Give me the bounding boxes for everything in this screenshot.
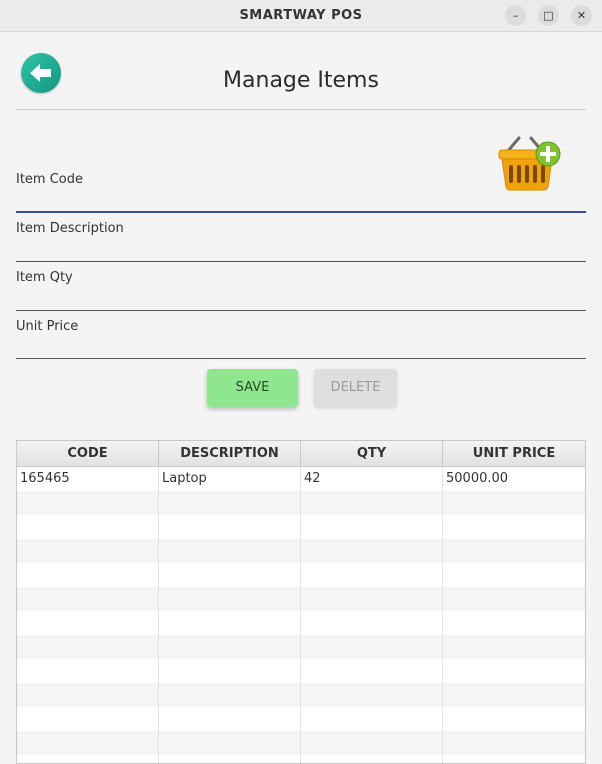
- table-cell: [159, 587, 301, 611]
- table-cell: [17, 659, 159, 683]
- table-cell: [443, 491, 585, 515]
- table-cell: [301, 587, 443, 611]
- header-divider: [16, 109, 586, 110]
- table-cell: [301, 539, 443, 563]
- table-cell: [159, 731, 301, 755]
- table-cell: [443, 515, 585, 539]
- table-cell: [17, 611, 159, 635]
- table-cell: [159, 755, 301, 763]
- table-cell: [443, 635, 585, 659]
- table-cell: 50000.00: [446, 471, 509, 486]
- table-row[interactable]: [17, 611, 585, 635]
- table-row[interactable]: [17, 683, 585, 707]
- table-cell: [17, 707, 159, 731]
- table-cell: [159, 491, 301, 515]
- table-cell: [443, 539, 585, 563]
- table-row[interactable]: [17, 731, 585, 755]
- maximize-button[interactable]: □: [538, 5, 559, 26]
- table-cell: [301, 731, 443, 755]
- table-cell: [17, 755, 159, 763]
- items-table[interactable]: CODE DESCRIPTION QTY UNIT PRICE 165465 La…: [16, 440, 586, 764]
- table-row[interactable]: [17, 635, 585, 659]
- table-cell: [443, 611, 585, 635]
- table-row[interactable]: [17, 515, 585, 539]
- item-code-field[interactable]: Item Code: [16, 172, 586, 214]
- item-description-label: Item Description: [16, 221, 124, 236]
- table-cell: [17, 539, 159, 563]
- table-cell: 42: [301, 467, 443, 491]
- item-description-field[interactable]: Item Description: [16, 221, 586, 263]
- table-row[interactable]: [17, 563, 585, 587]
- table-cell: [159, 683, 301, 707]
- table-cell: [159, 563, 301, 587]
- table-cell: [301, 683, 443, 707]
- table-cell: [443, 587, 585, 611]
- table-cell: [159, 515, 301, 539]
- table-cell: [301, 611, 443, 635]
- item-description-input[interactable]: [16, 236, 586, 254]
- table-cell: [17, 731, 159, 755]
- table-cell: [301, 635, 443, 659]
- table-cell: [17, 491, 159, 515]
- column-header-description[interactable]: DESCRIPTION: [159, 441, 301, 466]
- item-qty-input[interactable]: [16, 285, 586, 303]
- item-qty-label: Item Qty: [16, 270, 73, 285]
- table-cell: 165465: [17, 467, 159, 491]
- table-cell: [443, 755, 585, 763]
- column-header-unit-price[interactable]: UNIT PRICE: [443, 441, 585, 466]
- table-cell: Laptop: [159, 467, 301, 491]
- table-cell: [301, 755, 443, 763]
- title-bar: SMARTWAY POS – □ ✕: [0, 0, 602, 32]
- table-cell: [159, 707, 301, 731]
- table-cell: [159, 635, 301, 659]
- table-cell: [443, 707, 585, 731]
- table-cell: [17, 635, 159, 659]
- table-cell: [301, 491, 443, 515]
- unit-price-underline: [16, 358, 586, 359]
- item-description-underline: [16, 261, 586, 262]
- table-row[interactable]: [17, 491, 585, 515]
- table-row[interactable]: [17, 539, 585, 563]
- table-row[interactable]: [17, 755, 585, 763]
- table-cell: [443, 659, 585, 683]
- table-cell: [443, 683, 585, 707]
- delete-button[interactable]: DELETE: [314, 369, 397, 407]
- table-header: CODE DESCRIPTION QTY UNIT PRICE: [17, 441, 585, 467]
- minimize-button[interactable]: –: [505, 5, 526, 26]
- table-cell: [443, 563, 585, 587]
- table-cell: [17, 515, 159, 539]
- close-button[interactable]: ✕: [571, 5, 592, 26]
- table-cell: [301, 515, 443, 539]
- table-row[interactable]: 165465 Laptop 42 50000.00: [17, 467, 585, 491]
- table-cell: [301, 707, 443, 731]
- item-code-input[interactable]: [16, 187, 586, 205]
- column-header-code[interactable]: CODE: [17, 441, 159, 466]
- unit-price-input[interactable]: [16, 334, 586, 352]
- table-cell: [301, 659, 443, 683]
- save-button[interactable]: SAVE: [207, 369, 298, 407]
- table-cell: [159, 539, 301, 563]
- item-qty-underline: [16, 310, 586, 311]
- table-cell: [17, 587, 159, 611]
- table-cell: [159, 611, 301, 635]
- item-qty-field[interactable]: Item Qty: [16, 270, 586, 312]
- table-cell: [301, 563, 443, 587]
- table-cell: [17, 683, 159, 707]
- unit-price-label: Unit Price: [16, 319, 79, 334]
- page-title: Manage Items: [223, 68, 379, 93]
- item-code-underline: [16, 211, 586, 213]
- unit-price-field[interactable]: Unit Price: [16, 319, 586, 361]
- column-header-qty[interactable]: QTY: [301, 441, 443, 466]
- table-row[interactable]: [17, 659, 585, 683]
- table-row[interactable]: [17, 587, 585, 611]
- table-cell: [17, 563, 159, 587]
- table-row[interactable]: [17, 707, 585, 731]
- table-cell: [159, 659, 301, 683]
- table-cell: [443, 731, 585, 755]
- item-code-label: Item Code: [16, 172, 84, 187]
- table-body: 165465 Laptop 42 50000.00: [17, 467, 585, 763]
